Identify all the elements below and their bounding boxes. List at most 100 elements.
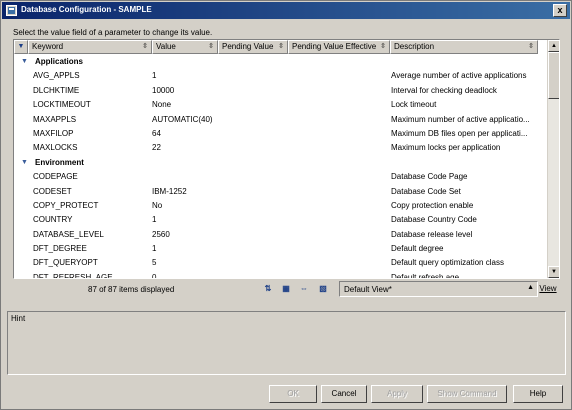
table-row[interactable]: COPY_PROTECT No Copy protection enable	[14, 199, 547, 213]
value-cell[interactable]: 2560	[152, 228, 170, 242]
description-cell: Lock timeout	[391, 100, 437, 110]
find-icon[interactable]: ▧	[316, 282, 330, 296]
description-cell: Database Code Set	[391, 186, 461, 196]
column-header-value[interactable]: Value ⇳	[152, 40, 218, 54]
keyword-cell: COUNTRY	[33, 215, 73, 225]
column-label: Keyword	[32, 42, 64, 51]
keyword-cell: DLCHKTIME	[33, 85, 80, 95]
keyword-cell: DFT_DEGREE	[33, 244, 87, 254]
close-button[interactable]: x	[553, 4, 567, 17]
keyword-cell: MAXFILOP	[33, 128, 74, 138]
instruction-text: Select the value field of a parameter to…	[13, 28, 213, 37]
view-selector[interactable]: Default View* ▲	[339, 281, 538, 297]
sort-icon[interactable]: ⇅	[261, 282, 275, 296]
description-cell: Database release level	[391, 229, 473, 239]
table-row[interactable]: MAXAPPLS AUTOMATIC(40) Maximum number of…	[14, 113, 547, 127]
value-cell[interactable]: 5	[152, 256, 156, 270]
description-cell: Default refresh age	[391, 272, 460, 279]
value-cell[interactable]: 1	[152, 69, 156, 83]
value-cell[interactable]: 1	[152, 242, 156, 256]
value-cell[interactable]: 0	[152, 271, 156, 278]
description-cell: Interval for checking deadlock	[391, 85, 497, 95]
sort-icon: ⇳	[142, 43, 148, 50]
title-bar: Database Configuration - SAMPLE x	[2, 2, 570, 19]
value-cell[interactable]: None	[152, 98, 171, 112]
description-cell: Maximum number of active applicatio...	[391, 114, 530, 124]
keyword-cell: CODESET	[33, 186, 72, 196]
column-header-description[interactable]: Description ⇳	[390, 40, 538, 54]
table-row[interactable]: DFT_REFRESH_AGE 0 Default refresh age	[14, 271, 547, 279]
collapse-triangle-icon[interactable]: ▼	[21, 156, 28, 170]
filter-icon[interactable]: ▦	[279, 282, 293, 296]
apply-button[interactable]: Apply	[371, 385, 423, 403]
cancel-button[interactable]: Cancel	[321, 385, 367, 403]
database-icon	[6, 5, 17, 16]
table-row[interactable]: MAXLOCKS 22 Maximum locks per applicatio…	[14, 141, 547, 155]
vertical-scrollbar[interactable]: ▲ ▼	[547, 40, 559, 278]
column-label: Value	[156, 42, 176, 51]
keyword-cell: LOCKTIMEOUT	[33, 100, 91, 110]
scroll-down-button[interactable]: ▼	[548, 266, 559, 278]
description-cell: Database Code Page	[391, 172, 468, 182]
column-header-pending-value-effective[interactable]: Pending Value Effective ⇳	[288, 40, 390, 54]
keyword-cell: MAXAPPLS	[33, 114, 77, 124]
view-button[interactable]: View	[536, 281, 560, 297]
table-row[interactable]: DFT_QUERYOPT 5 Default query optimizatio…	[14, 256, 547, 270]
table-row[interactable]: MAXFILOP 64 Maximum DB files open per ap…	[14, 127, 547, 141]
scroll-up-button[interactable]: ▲	[548, 40, 559, 52]
description-cell: Default degree	[391, 244, 444, 254]
table-row[interactable]: CODEPAGE Database Code Page	[14, 170, 547, 184]
close-icon: x	[557, 5, 563, 15]
table-row[interactable]: LOCKTIMEOUT None Lock timeout	[14, 98, 547, 112]
value-cell[interactable]: AUTOMATIC(40)	[152, 113, 213, 127]
window-title: Database Configuration - SAMPLE	[21, 5, 152, 14]
table-row[interactable]: COUNTRY 1 Database Country Code	[14, 213, 547, 227]
group-row-applications[interactable]: ▼ Applications	[14, 55, 547, 69]
sort-icon: ⇳	[380, 43, 386, 50]
keyword-cell: DATABASE_LEVEL	[33, 229, 104, 239]
hint-panel: Hint	[7, 311, 566, 375]
value-cell[interactable]: 1	[152, 213, 156, 227]
keyword-cell: DFT_QUERYOPT	[33, 258, 98, 268]
column-label: Pending Value	[222, 42, 274, 51]
description-cell: Database Country Code	[391, 215, 477, 225]
ok-button[interactable]: OK	[269, 385, 317, 403]
sort-icon: ⇳	[278, 43, 284, 50]
column-label: Description	[394, 42, 435, 51]
value-cell[interactable]: IBM-1252	[152, 185, 187, 199]
table-options-icon[interactable]: ▼	[14, 40, 28, 54]
column-label: Pending Value Effective	[292, 42, 377, 51]
collapse-triangle-icon[interactable]: ▼	[21, 55, 28, 69]
column-header-pending-value[interactable]: Pending Value ⇳	[218, 40, 288, 54]
keyword-cell: DFT_REFRESH_AGE	[33, 272, 113, 279]
scroll-thumb[interactable]	[548, 52, 559, 99]
value-cell[interactable]: 64	[152, 127, 161, 141]
parameter-table: ▼ Keyword ⇳ Value ⇳ Pending Value ⇳ Pend…	[13, 39, 560, 279]
table-row[interactable]: AVG_APPLS 1 Average number of active app…	[14, 69, 547, 83]
status-bar: 87 of 87 items displayed ⇅ ▦ ⇔ ▧ Default…	[13, 281, 560, 298]
group-name: Environment	[35, 157, 84, 167]
keyword-cell: COPY_PROTECT	[33, 200, 99, 210]
table-row[interactable]: DLCHKTIME 10000 Interval for checking de…	[14, 84, 547, 98]
caret-up-icon: ▲	[527, 284, 534, 291]
columns-icon[interactable]: ⇔	[297, 282, 311, 296]
table-row[interactable]: DFT_DEGREE 1 Default degree	[14, 242, 547, 256]
table-row[interactable]: DATABASE_LEVEL 2560 Database release lev…	[14, 228, 547, 242]
show-command-button[interactable]: Show Command	[427, 385, 507, 403]
description-cell: Default query optimization class	[391, 258, 504, 268]
description-cell: Average number of active applications	[391, 71, 527, 81]
description-cell: Copy protection enable	[391, 200, 474, 210]
description-cell: Maximum locks per application	[391, 143, 501, 153]
value-cell[interactable]: 22	[152, 141, 161, 155]
value-cell[interactable]: No	[152, 199, 162, 213]
database-configuration-window: Database Configuration - SAMPLE x Select…	[0, 0, 572, 410]
group-row-environment[interactable]: ▼ Environment	[14, 156, 547, 170]
sort-icon: ⇳	[208, 43, 214, 50]
value-cell[interactable]: 10000	[152, 84, 174, 98]
help-button[interactable]: Help	[513, 385, 563, 403]
column-header-keyword[interactable]: Keyword ⇳	[28, 40, 152, 54]
keyword-cell: MAXLOCKS	[33, 143, 78, 153]
keyword-cell: AVG_APPLS	[33, 71, 80, 81]
keyword-cell: CODEPAGE	[33, 172, 78, 182]
table-row[interactable]: CODESET IBM-1252 Database Code Set	[14, 185, 547, 199]
